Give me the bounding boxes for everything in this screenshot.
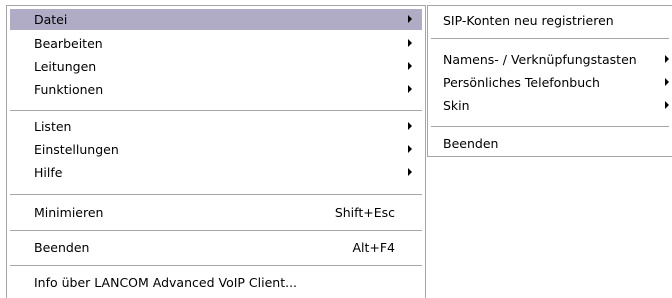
arrow-right-icon: [408, 62, 412, 70]
submenu-item-sip-konten[interactable]: SIP-Konten neu registrieren: [431, 10, 669, 31]
submenu-item-beenden[interactable]: Beenden: [431, 133, 669, 154]
menu-item-hilfe[interactable]: Hilfe: [10, 162, 422, 183]
menu-item-label: Hilfe: [34, 165, 63, 180]
menu-item-leitungen[interactable]: Leitungen: [10, 56, 422, 77]
arrow-right-icon: [408, 39, 412, 47]
menu-item-label: Bearbeiten: [34, 36, 103, 51]
menu-item-funktionen[interactable]: Funktionen: [10, 79, 422, 100]
submenu-item-namens-tasten[interactable]: Namens- / Verknüpfungstasten: [431, 49, 669, 70]
menu-item-label: Info über LANCOM Advanced VoIP Client...: [34, 275, 298, 290]
arrow-right-icon: [408, 122, 412, 130]
shortcut-label: Shift+Esc: [334, 205, 395, 220]
shortcut-label: Alt+F4: [352, 240, 395, 255]
menu-separator: [431, 126, 669, 127]
menu-item-label: Minimieren: [34, 205, 104, 220]
submenu-item-skin[interactable]: Skin: [431, 95, 669, 116]
menu-item-beenden[interactable]: Beenden Alt+F4: [10, 237, 422, 258]
menu-separator: [10, 194, 422, 195]
menu-separator: [10, 265, 422, 266]
menu-item-label: SIP-Konten neu registrieren: [443, 13, 614, 28]
menu-item-datei[interactable]: Datei: [10, 9, 422, 30]
menu-item-label: Skin: [443, 98, 470, 113]
arrow-right-icon: [408, 145, 412, 153]
menu-item-label: Datei: [34, 12, 68, 27]
menu-item-label: Beenden: [34, 240, 90, 255]
menu-item-label: Listen: [34, 119, 72, 134]
arrow-right-icon: [665, 78, 669, 86]
menu-item-label: Einstellungen: [34, 142, 119, 157]
menu-item-label: Namens- / Verknüpfungstasten: [443, 52, 637, 67]
arrow-right-icon: [408, 168, 412, 176]
menu-item-label: Persönliches Telefonbuch: [443, 75, 600, 90]
menu-item-minimieren[interactable]: Minimieren Shift+Esc: [10, 202, 422, 223]
menu-separator: [431, 38, 669, 39]
menu-separator: [10, 110, 422, 111]
datei-submenu: SIP-Konten neu registrieren Namens- / Ve…: [427, 5, 672, 157]
menu-item-listen[interactable]: Listen: [10, 116, 422, 137]
menu-item-label: Leitungen: [34, 59, 97, 74]
menu-item-label: Funktionen: [34, 82, 104, 97]
menu-item-info[interactable]: Info über LANCOM Advanced VoIP Client...: [10, 272, 422, 293]
arrow-right-icon: [408, 85, 412, 93]
submenu-item-telefonbuch[interactable]: Persönliches Telefonbuch: [431, 72, 669, 93]
main-context-menu: Datei Bearbeiten Leitungen Funktionen Li…: [6, 5, 426, 298]
arrow-right-icon: [665, 101, 669, 109]
arrow-right-icon: [665, 55, 669, 63]
menu-item-einstellungen[interactable]: Einstellungen: [10, 139, 422, 160]
menu-item-bearbeiten[interactable]: Bearbeiten: [10, 33, 422, 54]
arrow-right-icon: [408, 15, 412, 23]
menu-item-label: Beenden: [443, 136, 499, 151]
menu-separator: [10, 230, 422, 231]
